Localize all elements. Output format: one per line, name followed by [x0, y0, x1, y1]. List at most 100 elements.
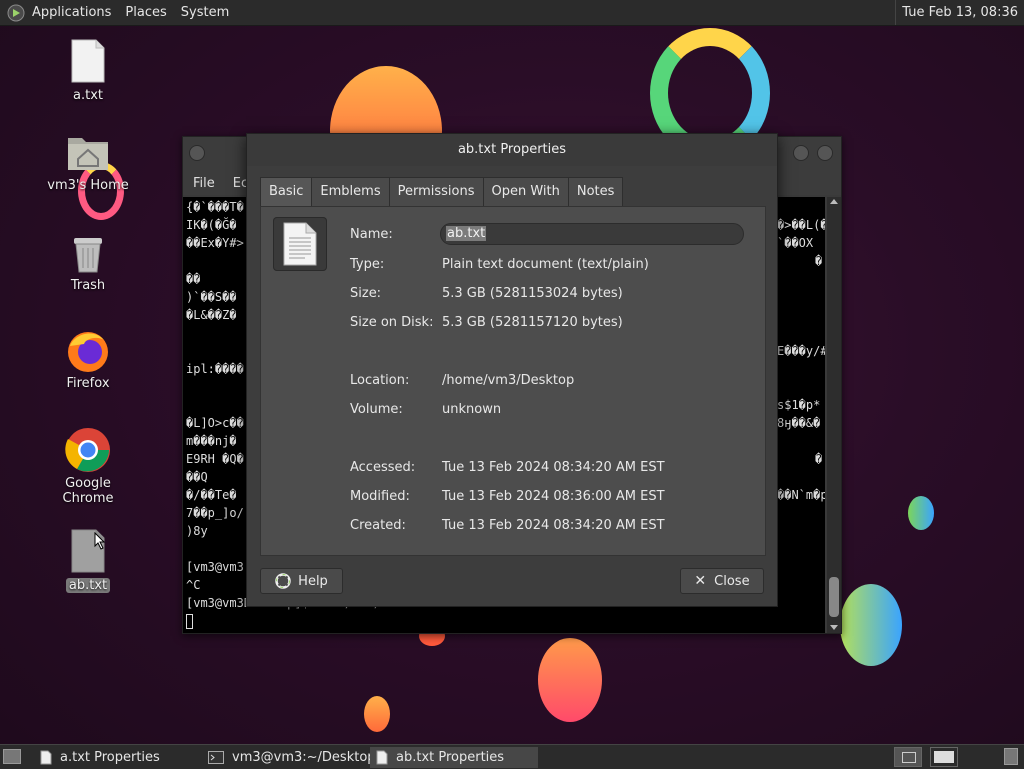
desktop-icon-firefox[interactable]: Firefox: [38, 326, 138, 391]
system-menu[interactable]: System: [181, 5, 229, 20]
clock[interactable]: Tue Feb 13, 08:36: [895, 0, 1024, 25]
size-value: 5.3 GB (5281153024 bytes): [442, 286, 623, 301]
modified-value: Tue 13 Feb 2024 08:36:00 AM EST: [442, 489, 665, 504]
taskbar-item-label: a.txt Properties: [60, 750, 160, 765]
window-menu-button[interactable]: [189, 145, 205, 161]
accessed-label: Accessed:: [350, 460, 416, 475]
trash-applet-icon[interactable]: [1004, 748, 1018, 765]
trash-icon: [64, 228, 112, 276]
dialog-title[interactable]: ab.txt Properties: [247, 134, 777, 166]
workspace-window-thumbnail: [902, 752, 916, 763]
terminal-icon: [208, 751, 224, 764]
size-label: Size:: [350, 286, 382, 301]
terminal-line: ��N`m�p: [777, 488, 825, 502]
terminal-line: �L]O>c��: [186, 416, 244, 430]
close-button-label: Close: [714, 573, 750, 589]
distro-logo-icon[interactable]: [6, 3, 26, 23]
tab-permissions[interactable]: Permissions: [388, 177, 484, 206]
terminal-line: �>��L(�: [777, 218, 825, 232]
type-value: Plain text document (text/plain): [442, 257, 649, 272]
close-icon: ✕: [694, 573, 707, 589]
scroll-up-arrow-icon[interactable]: [830, 199, 838, 204]
file-icon-button[interactable]: [273, 217, 327, 271]
help-button[interactable]: Help: [260, 568, 343, 594]
workspace-2-switcher[interactable]: [930, 747, 958, 767]
location-value: /home/vm3/Desktop: [442, 373, 575, 388]
terminal-line: E���y/#: [777, 344, 825, 358]
workspace-window-thumbnail: [934, 751, 954, 763]
wallpaper-blue-blob: [908, 496, 934, 530]
accessed-value: Tue 13 Feb 2024 08:34:20 AM EST: [442, 460, 665, 475]
firefox-icon: [64, 326, 112, 374]
terminal-line: {�`���T�: [186, 200, 244, 214]
name-field[interactable]: ab.txt: [440, 223, 744, 245]
taskbar-item-terminal[interactable]: vm3@vm3:~/Desktop: [202, 747, 376, 768]
maximize-button[interactable]: [817, 145, 833, 161]
properties-dialog[interactable]: ab.txt Properties Basic Emblems Permissi…: [246, 133, 778, 607]
created-value: Tue 13 Feb 2024 08:34:20 AM EST: [442, 518, 665, 533]
location-label: Location:: [350, 373, 410, 388]
basic-tab-panel: Name: ab.txt Type: Plain text document (…: [260, 206, 766, 556]
text-file-icon: [40, 750, 52, 765]
places-menu[interactable]: Places: [125, 5, 166, 20]
home-folder-icon: [64, 128, 112, 176]
tab-notes[interactable]: Notes: [567, 177, 624, 206]
terminal-line: �L&��Z�: [186, 308, 237, 322]
terminal-line: ��Q: [186, 470, 208, 484]
text-file-icon: [376, 750, 388, 765]
desktop-icon-trash[interactable]: Trash: [38, 228, 138, 293]
terminal-line: 8ӈ��&�: [777, 416, 821, 430]
volume-value: unknown: [442, 402, 502, 417]
terminal-line: �: [815, 452, 823, 466]
terminal-line: ��Ex�Y#>: [186, 236, 244, 250]
taskbar-item-a-txt-properties[interactable]: a.txt Properties: [34, 747, 202, 768]
applications-menu[interactable]: Applications: [32, 5, 111, 20]
created-label: Created:: [350, 518, 406, 533]
name-label: Name:: [350, 227, 393, 242]
top-panel: Applications Places System Tue Feb 13, 0…: [0, 0, 1024, 26]
terminal-line: [vm3@vm3: [186, 560, 244, 574]
text-file-icon: [283, 222, 317, 266]
terminal-line: `��OX: [777, 236, 814, 250]
chrome-icon: [64, 426, 112, 474]
terminal-line: m���nj�: [186, 434, 237, 448]
tab-emblems[interactable]: Emblems: [311, 177, 390, 206]
size-on-disk-value: 5.3 GB (5281157120 bytes): [442, 315, 623, 330]
terminal-line: �: [815, 254, 823, 268]
minimize-button[interactable]: [793, 145, 809, 161]
terminal-menu-file[interactable]: File: [193, 176, 215, 191]
terminal-line: )`��S��: [186, 290, 237, 304]
desktop-icon-ab-txt[interactable]: ab.txt: [38, 528, 138, 593]
bottom-taskbar: a.txt Properties vm3@vm3:~/Desktop ab.tx…: [0, 744, 1024, 769]
scroll-down-arrow-icon[interactable]: [830, 625, 838, 630]
name-field-value: ab.txt: [446, 226, 487, 241]
desktop-icon-home[interactable]: vm3's Home: [38, 128, 138, 193]
tab-basic[interactable]: Basic: [260, 177, 313, 207]
terminal-line: )8y: [186, 524, 208, 538]
close-button[interactable]: ✕ Close: [680, 568, 764, 594]
terminal-scroll-thumb[interactable]: [829, 577, 839, 617]
wallpaper-cyan-blob: [840, 584, 902, 666]
size-on-disk-label: Size on Disk:: [350, 315, 434, 330]
terminal-line: ^C: [186, 578, 201, 592]
desktop-icon-chrome[interactable]: Google Chrome: [38, 426, 138, 506]
taskbar-item-ab-txt-properties[interactable]: ab.txt Properties: [370, 747, 538, 768]
desktop-icon-label: Google Chrome: [62, 476, 114, 506]
terminal-line: ipl:����: [186, 362, 244, 376]
volume-label: Volume:: [350, 402, 403, 417]
terminal-scrollbar[interactable]: [827, 197, 841, 633]
wallpaper-orange-blob-2: [538, 638, 602, 722]
terminal-line: 7��p_]o/: [186, 506, 244, 520]
dialog-tabs: Basic Emblems Permissions Open With Note…: [260, 177, 624, 207]
desktop-icon-a-txt[interactable]: a.txt: [38, 38, 138, 103]
show-desktop-icon[interactable]: [3, 749, 21, 764]
desktop-icon-label: ab.txt: [65, 578, 111, 593]
desktop-icon-label: vm3's Home: [47, 178, 129, 193]
text-file-icon: [64, 38, 112, 86]
terminal-line: ��: [186, 272, 201, 286]
workspace-1-switcher[interactable]: [894, 747, 922, 767]
tab-open-with[interactable]: Open With: [482, 177, 569, 206]
taskbar-item-label: ab.txt Properties: [396, 750, 505, 765]
text-file-icon: [64, 528, 112, 576]
help-button-label: Help: [298, 573, 328, 589]
